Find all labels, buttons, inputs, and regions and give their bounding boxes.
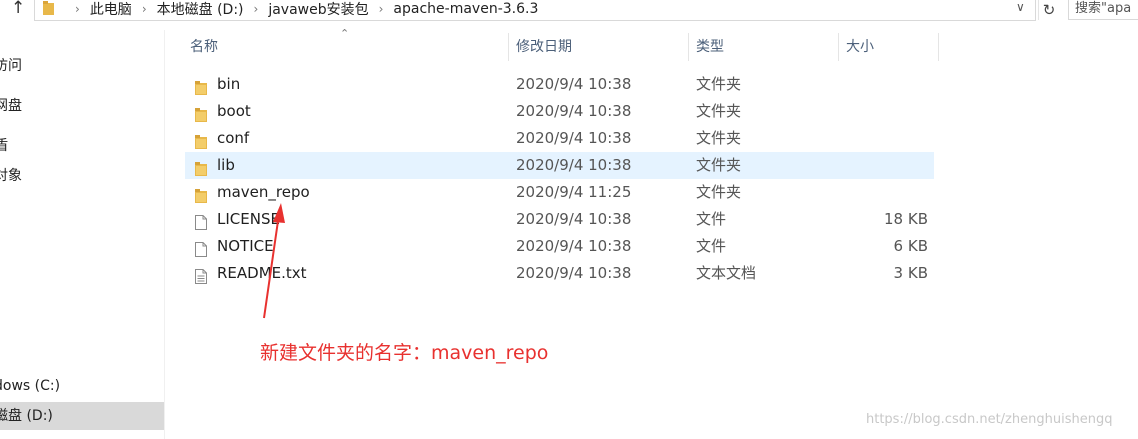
- breadcrumb-drive-d[interactable]: 本地磁盘 (D:): [157, 0, 244, 19]
- breadcrumb-this-pc[interactable]: 此电脑: [90, 0, 132, 19]
- file-name: boot: [217, 102, 251, 120]
- file-type: 文件夹: [696, 156, 742, 174]
- file-type: 文件夹: [696, 75, 742, 93]
- nav-item-cloud-drive[interactable]: 网盘: [0, 92, 28, 120]
- file-type: 文件夹: [696, 129, 742, 147]
- column-date[interactable]: 修改日期: [516, 33, 572, 61]
- folder-icon: [195, 104, 207, 122]
- file-date: 2020/9/4 10:38: [516, 210, 632, 228]
- file-size: 18 KB: [884, 210, 928, 228]
- nav-item-label: 网盘: [0, 98, 22, 114]
- file-row[interactable]: NOTICE 2020/9/4 10:38 文件 6 KB: [185, 233, 934, 260]
- search-input[interactable]: 搜索"apa: [1068, 0, 1138, 20]
- annotation-text: 新建文件夹的名字：maven_repo: [260, 342, 549, 364]
- file-size: 6 KB: [893, 237, 928, 255]
- file-row[interactable]: conf 2020/9/4 10:38 文件夹: [185, 125, 934, 152]
- breadcrumb-maven[interactable]: apache-maven-3.6.3: [393, 1, 538, 17]
- file-row[interactable]: bin 2020/9/4 10:38 文件夹: [185, 71, 934, 98]
- file-row[interactable]: lib 2020/9/4 10:38 文件夹: [185, 152, 934, 179]
- folder-icon: [43, 1, 54, 15]
- watermark: https://blog.csdn.net/zhenghuishengq: [866, 412, 1113, 427]
- file-date: 2020/9/4 10:38: [516, 129, 632, 147]
- column-divider[interactable]: [938, 33, 939, 61]
- file-size: 3 KB: [893, 264, 928, 282]
- file-type: 文件夹: [696, 102, 742, 120]
- chevron-right-icon[interactable]: ›: [379, 2, 384, 16]
- file-name: maven_repo: [217, 183, 310, 201]
- folder-icon: [195, 185, 207, 203]
- column-size[interactable]: 大小: [846, 33, 874, 61]
- nav-item-quick-access[interactable]: 访问: [0, 52, 28, 80]
- nav-item-label: 访问: [0, 58, 22, 74]
- chevron-right-icon[interactable]: ›: [75, 2, 80, 16]
- nav-item-label: 盾: [0, 138, 8, 154]
- file-row[interactable]: LICENSE 2020/9/4 10:38 文件 18 KB: [185, 206, 934, 233]
- folder-icon: [195, 77, 207, 95]
- chevron-right-icon[interactable]: ›: [254, 2, 259, 16]
- file-date: 2020/9/4 10:38: [516, 102, 632, 120]
- file-icon: [195, 212, 207, 230]
- breadcrumb-javaweb[interactable]: javaweb安装包: [268, 0, 368, 19]
- nav-item-label: 磁盘 (D:): [0, 408, 53, 424]
- column-type[interactable]: 类型: [696, 33, 724, 61]
- column-divider[interactable]: [508, 33, 509, 61]
- file-row[interactable]: boot 2020/9/4 10:38 文件夹: [185, 98, 934, 125]
- file-name: NOTICE: [217, 237, 274, 255]
- column-header: 名称 修改日期 类型 大小: [180, 33, 940, 61]
- column-name[interactable]: 名称: [190, 33, 218, 61]
- file-type: 文本文档: [696, 264, 757, 282]
- file-row[interactable]: maven_repo 2020/9/4 11:25 文件夹: [185, 179, 934, 206]
- file-name: lib: [217, 156, 235, 174]
- nav-item-objects[interactable]: 对象: [0, 162, 28, 190]
- breadcrumb: › 此电脑 › 本地磁盘 (D:) › javaweb安装包 › apache-…: [65, 0, 538, 19]
- chevron-down-icon[interactable]: ∨: [1016, 0, 1025, 14]
- column-divider[interactable]: [838, 33, 839, 61]
- file-type: 文件: [696, 210, 727, 228]
- folder-icon: [195, 158, 207, 176]
- nav-item-drive-d[interactable]: 磁盘 (D:): [0, 402, 164, 430]
- refresh-icon[interactable]: ↻: [1038, 0, 1059, 20]
- nav-item-label: 对象: [0, 168, 22, 184]
- text-file-icon: [195, 266, 207, 284]
- up-arrow-icon[interactable]: ↑: [11, 0, 25, 18]
- file-name: LICENSE: [217, 210, 280, 228]
- file-date: 2020/9/4 10:38: [516, 75, 632, 93]
- file-date: 2020/9/4 10:38: [516, 264, 632, 282]
- file-icon: [195, 239, 207, 257]
- file-type: 文件: [696, 237, 727, 255]
- file-date: 2020/9/4 10:38: [516, 237, 632, 255]
- nav-item-shield[interactable]: 盾: [0, 132, 14, 160]
- address-bar: ↑ › 此电脑 › 本地磁盘 (D:) › javaweb安装包 › apach…: [0, 0, 1138, 21]
- file-name: README.txt: [217, 264, 307, 282]
- file-name: bin: [217, 75, 241, 93]
- chevron-right-icon[interactable]: ›: [142, 2, 147, 16]
- file-type: 文件夹: [696, 183, 742, 201]
- nav-item-drive-c[interactable]: dows (C:): [0, 372, 66, 400]
- file-name: conf: [217, 129, 250, 147]
- address-box[interactable]: › 此电脑 › 本地磁盘 (D:) › javaweb安装包 › apache-…: [34, 0, 1036, 21]
- column-divider[interactable]: [688, 33, 689, 61]
- file-date: 2020/9/4 11:25: [516, 183, 632, 201]
- folder-icon: [195, 131, 207, 149]
- navigation-pane: 访问 网盘 盾 对象 dows (C:) 磁盘 (D:): [0, 30, 165, 439]
- nav-item-label: dows (C:): [0, 378, 61, 394]
- file-row[interactable]: README.txt 2020/9/4 10:38 文本文档 3 KB: [185, 260, 934, 287]
- file-date: 2020/9/4 10:38: [516, 156, 632, 174]
